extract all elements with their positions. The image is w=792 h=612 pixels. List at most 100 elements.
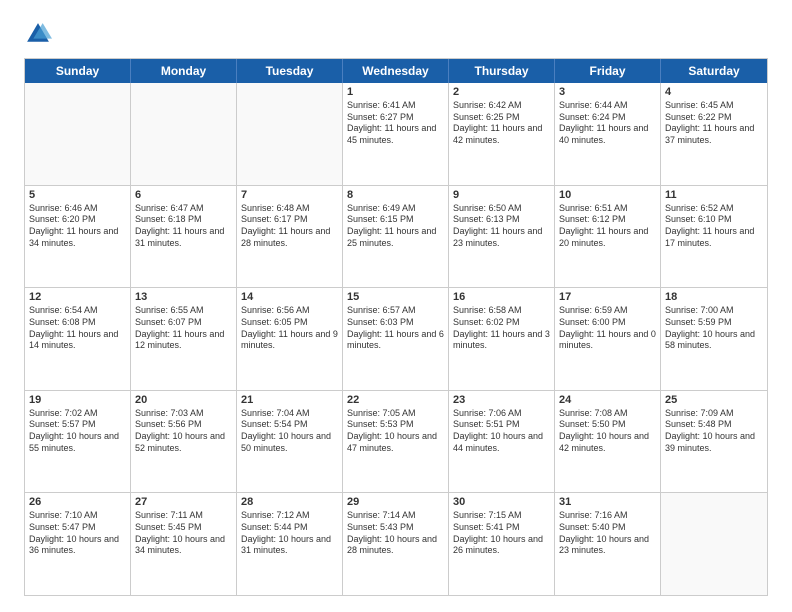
header [24, 20, 768, 48]
day-info: Sunrise: 6:44 AMSunset: 6:24 PMDaylight:… [559, 100, 656, 147]
calendar: SundayMondayTuesdayWednesdayThursdayFrid… [24, 58, 768, 596]
day-number: 24 [559, 394, 656, 406]
day-number: 29 [347, 496, 444, 508]
day-cell-22: 22 Sunrise: 7:05 AMSunset: 5:53 PMDayligh… [343, 391, 449, 493]
week-row-3: 12Sunrise: 6:54 AMSunset: 6:08 PMDayligh… [25, 287, 767, 390]
day-number: 2 [453, 86, 550, 98]
day-info: Sunrise: 7:11 AMSunset: 5:45 PMDaylight:… [135, 510, 232, 557]
week-row-4: 19 Sunrise: 7:02 AMSunset: 5:57 PMDayligh… [25, 390, 767, 493]
day-cell-14: 14Sunrise: 6:56 AMSunset: 6:05 PMDayligh… [237, 288, 343, 390]
day-info: Sunrise: 7:06 AMSunset: 5:51 PMDaylight:… [453, 408, 550, 455]
day-number: 9 [453, 189, 550, 201]
empty-day-cell [237, 83, 343, 185]
day-cell-19: 19 Sunrise: 7:02 AMSunset: 5:57 PMDayligh… [25, 391, 131, 493]
day-cell-15: 15 Sunrise: 6:57 AMSunset: 6:03 PMDayligh… [343, 288, 449, 390]
day-info: Sunrise: 6:42 AMSunset: 6:25 PMDaylight:… [453, 100, 550, 147]
day-number: 17 [559, 291, 656, 303]
day-cell-25: 25 Sunrise: 7:09 AMSunset: 5:48 PMDayligh… [661, 391, 767, 493]
day-cell-26: 26Sunrise: 7:10 AMSunset: 5:47 PMDayligh… [25, 493, 131, 595]
day-number: 13 [135, 291, 232, 303]
day-cell-4: 4 Sunrise: 6:45 AMSunset: 6:22 PMDaylight… [661, 83, 767, 185]
day-number: 31 [559, 496, 656, 508]
day-cell-5: 5Sunrise: 6:46 AMSunset: 6:20 PMDaylight… [25, 186, 131, 288]
day-cell-3: 3 Sunrise: 6:44 AMSunset: 6:24 PMDaylight… [555, 83, 661, 185]
day-cell-9: 9 Sunrise: 6:50 AMSunset: 6:13 PMDaylight… [449, 186, 555, 288]
empty-day-cell [25, 83, 131, 185]
day-cell-24: 24Sunrise: 7:08 AMSunset: 5:50 PMDayligh… [555, 391, 661, 493]
day-info: Sunrise: 7:00 AMSunset: 5:59 PMDaylight:… [665, 305, 763, 352]
day-number: 11 [665, 189, 763, 201]
day-number: 7 [241, 189, 338, 201]
day-header-sunday: Sunday [25, 59, 131, 83]
day-cell-31: 31 Sunrise: 7:16 AMSunset: 5:40 PMDayligh… [555, 493, 661, 595]
day-cell-18: 18 Sunrise: 7:00 AMSunset: 5:59 PMDayligh… [661, 288, 767, 390]
day-info: Sunrise: 6:59 AMSunset: 6:00 PMDaylight:… [559, 305, 656, 352]
day-cell-6: 6 Sunrise: 6:47 AMSunset: 6:18 PMDaylight… [131, 186, 237, 288]
day-info: Sunrise: 6:49 AMSunset: 6:15 PMDaylight:… [347, 203, 444, 250]
day-info: Sunrise: 6:50 AMSunset: 6:13 PMDaylight:… [453, 203, 550, 250]
day-info: Sunrise: 6:58 AMSunset: 6:02 PMDaylight:… [453, 305, 550, 352]
day-info: Sunrise: 6:51 AMSunset: 6:12 PMDaylight:… [559, 203, 656, 250]
day-cell-27: 27 Sunrise: 7:11 AMSunset: 5:45 PMDayligh… [131, 493, 237, 595]
day-number: 23 [453, 394, 550, 406]
day-info: Sunrise: 6:48 AMSunset: 6:17 PMDaylight:… [241, 203, 338, 250]
day-info: Sunrise: 6:45 AMSunset: 6:22 PMDaylight:… [665, 100, 763, 147]
day-info: Sunrise: 6:41 AMSunset: 6:27 PMDaylight:… [347, 100, 444, 147]
week-row-1: 1Sunrise: 6:41 AMSunset: 6:27 PMDaylight… [25, 83, 767, 185]
day-number: 16 [453, 291, 550, 303]
day-info: Sunrise: 7:14 AMSunset: 5:43 PMDaylight:… [347, 510, 444, 557]
day-cell-11: 11 Sunrise: 6:52 AMSunset: 6:10 PMDayligh… [661, 186, 767, 288]
day-cell-20: 20Sunrise: 7:03 AMSunset: 5:56 PMDayligh… [131, 391, 237, 493]
day-info: Sunrise: 6:56 AMSunset: 6:05 PMDaylight:… [241, 305, 338, 352]
day-number: 18 [665, 291, 763, 303]
day-cell-16: 16 Sunrise: 6:58 AMSunset: 6:02 PMDayligh… [449, 288, 555, 390]
day-info: Sunrise: 7:02 AMSunset: 5:57 PMDaylight:… [29, 408, 126, 455]
day-info: Sunrise: 6:52 AMSunset: 6:10 PMDaylight:… [665, 203, 763, 250]
logo-icon [24, 20, 52, 48]
day-number: 10 [559, 189, 656, 201]
day-number: 20 [135, 394, 232, 406]
week-row-2: 5Sunrise: 6:46 AMSunset: 6:20 PMDaylight… [25, 185, 767, 288]
calendar-body: 1Sunrise: 6:41 AMSunset: 6:27 PMDaylight… [25, 83, 767, 595]
day-info: Sunrise: 7:12 AMSunset: 5:44 PMDaylight:… [241, 510, 338, 557]
day-cell-8: 8 Sunrise: 6:49 AMSunset: 6:15 PMDaylight… [343, 186, 449, 288]
day-number: 19 [29, 394, 126, 406]
day-info: Sunrise: 7:04 AMSunset: 5:54 PMDaylight:… [241, 408, 338, 455]
day-header-friday: Friday [555, 59, 661, 83]
day-cell-30: 30Sunrise: 7:15 AMSunset: 5:41 PMDayligh… [449, 493, 555, 595]
day-number: 25 [665, 394, 763, 406]
day-number: 28 [241, 496, 338, 508]
logo [24, 20, 56, 48]
day-cell-28: 28 Sunrise: 7:12 AMSunset: 5:44 PMDayligh… [237, 493, 343, 595]
day-cell-2: 2 Sunrise: 6:42 AMSunset: 6:25 PMDaylight… [449, 83, 555, 185]
day-number: 27 [135, 496, 232, 508]
day-cell-21: 21 Sunrise: 7:04 AMSunset: 5:54 PMDayligh… [237, 391, 343, 493]
day-info: Sunrise: 6:57 AMSunset: 6:03 PMDaylight:… [347, 305, 444, 352]
day-cell-10: 10 Sunrise: 6:51 AMSunset: 6:12 PMDayligh… [555, 186, 661, 288]
day-info: Sunrise: 7:16 AMSunset: 5:40 PMDaylight:… [559, 510, 656, 557]
day-info: Sunrise: 7:05 AMSunset: 5:53 PMDaylight:… [347, 408, 444, 455]
page: SundayMondayTuesdayWednesdayThursdayFrid… [0, 0, 792, 612]
day-cell-12: 12Sunrise: 6:54 AMSunset: 6:08 PMDayligh… [25, 288, 131, 390]
day-number: 3 [559, 86, 656, 98]
day-cell-13: 13Sunrise: 6:55 AMSunset: 6:07 PMDayligh… [131, 288, 237, 390]
day-number: 12 [29, 291, 126, 303]
day-info: Sunrise: 7:09 AMSunset: 5:48 PMDaylight:… [665, 408, 763, 455]
day-number: 4 [665, 86, 763, 98]
day-header-saturday: Saturday [661, 59, 767, 83]
day-number: 15 [347, 291, 444, 303]
day-info: Sunrise: 6:46 AMSunset: 6:20 PMDaylight:… [29, 203, 126, 250]
day-header-monday: Monday [131, 59, 237, 83]
day-header-wednesday: Wednesday [343, 59, 449, 83]
day-number: 22 [347, 394, 444, 406]
day-header-tuesday: Tuesday [237, 59, 343, 83]
empty-day-cell [131, 83, 237, 185]
day-number: 8 [347, 189, 444, 201]
day-headers: SundayMondayTuesdayWednesdayThursdayFrid… [25, 59, 767, 83]
day-number: 6 [135, 189, 232, 201]
day-number: 26 [29, 496, 126, 508]
day-cell-29: 29 Sunrise: 7:14 AMSunset: 5:43 PMDayligh… [343, 493, 449, 595]
day-header-thursday: Thursday [449, 59, 555, 83]
day-info: Sunrise: 6:47 AMSunset: 6:18 PMDaylight:… [135, 203, 232, 250]
day-number: 21 [241, 394, 338, 406]
